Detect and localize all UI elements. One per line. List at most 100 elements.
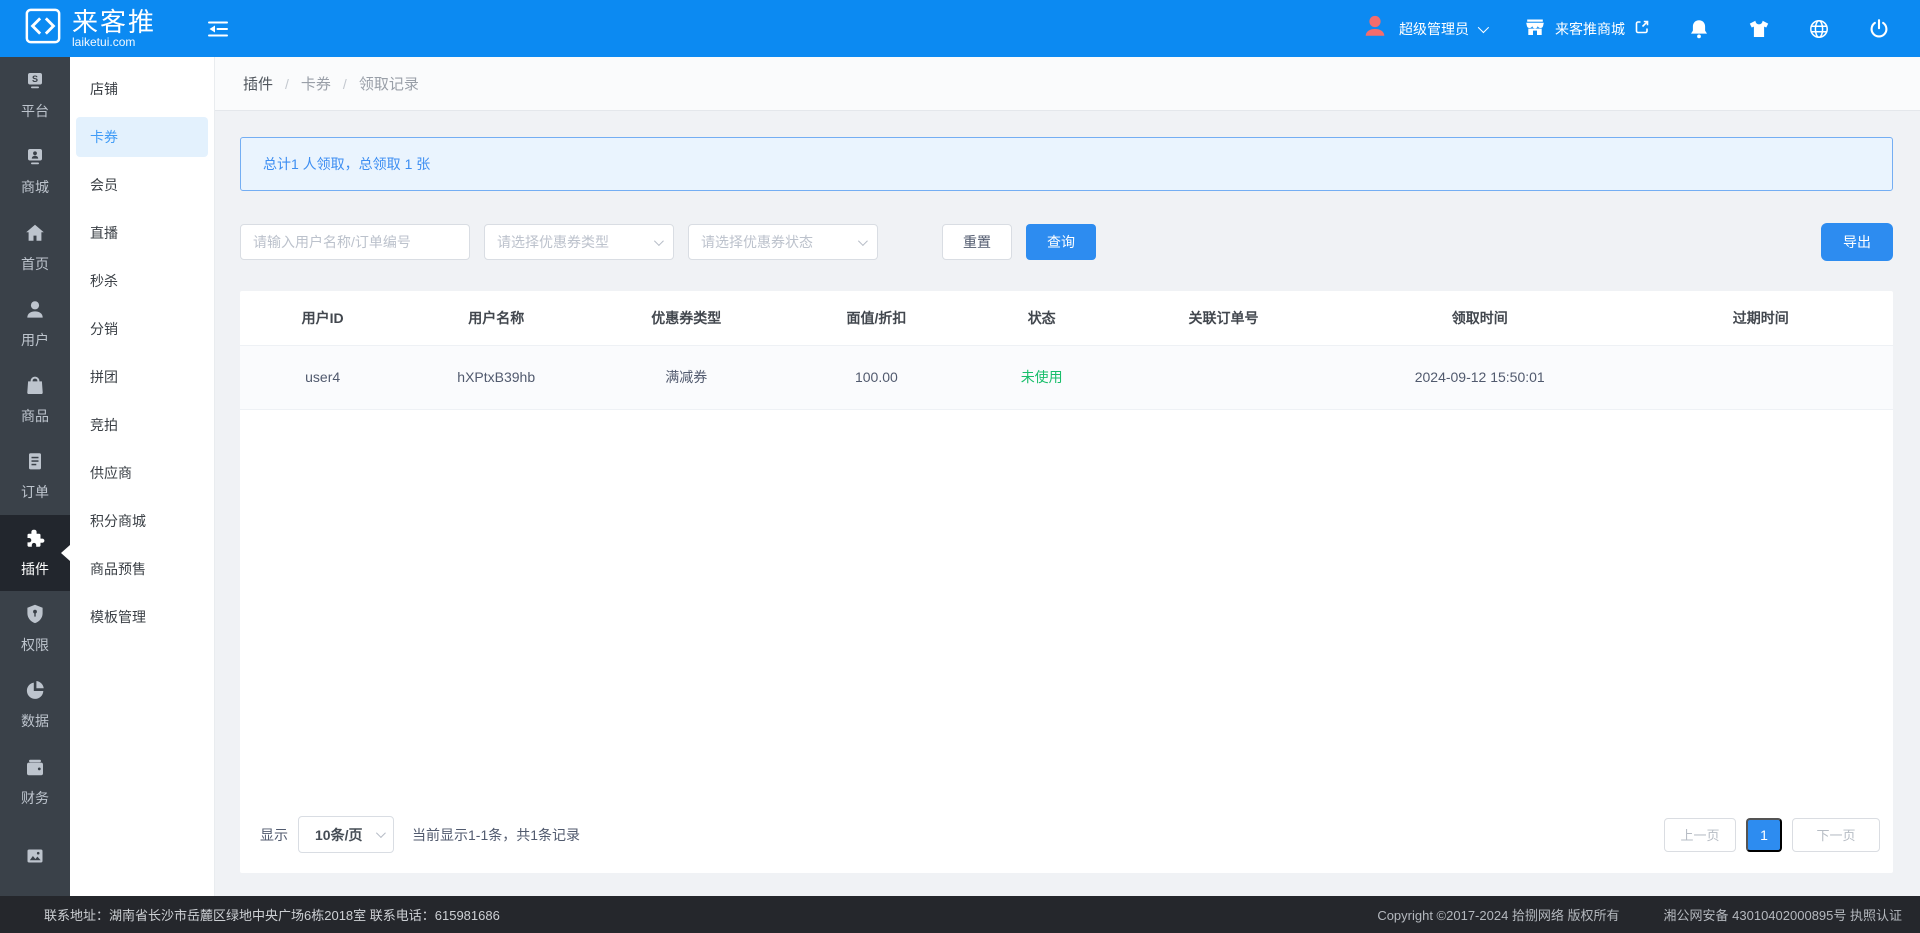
current-page-button[interactable]: 1: [1746, 818, 1782, 852]
subnav-item-shop[interactable]: 店铺: [70, 65, 214, 113]
subnav-item-auction[interactable]: 竞拍: [70, 401, 214, 449]
reset-button[interactable]: 重置: [942, 224, 1012, 260]
sidebar-item-label: 平台: [21, 101, 49, 121]
top-header: 来客推 laiketui.com 超级管理员: [0, 0, 1920, 57]
coupon-type-select-value: 请选择优惠券类型: [497, 232, 609, 252]
sidebar-item-label: 首页: [21, 254, 49, 274]
subnav-item-supplier[interactable]: 供应商: [70, 449, 214, 497]
summary-banner: 总计1 人领取，总领取 1 张: [240, 137, 1893, 191]
user-icon: [24, 298, 46, 323]
image-icon: [24, 845, 46, 870]
logout-power-icon[interactable]: [1868, 18, 1890, 40]
subnav-item-template[interactable]: 模板管理: [70, 593, 214, 641]
clipboard-icon: [24, 450, 46, 475]
next-page-button[interactable]: 下一页: [1792, 818, 1880, 852]
external-link-icon: [1634, 19, 1650, 38]
page-size-select[interactable]: 10条/页: [298, 816, 394, 853]
subnav-item-points-mall[interactable]: 积分商城: [70, 497, 214, 545]
shopping-bag-icon: [24, 374, 46, 399]
keyword-search-input[interactable]: [240, 224, 470, 260]
breadcrumb: 插件 / 卡券 / 领取记录: [215, 57, 1920, 111]
sidebar-item-goods[interactable]: 商品: [0, 362, 70, 438]
chevron-down-icon: [1478, 21, 1489, 32]
status-badge: 未使用: [967, 345, 1116, 409]
table-row[interactable]: user4 hXPtxB39hb 满减券 100.00 未使用 2024-09-…: [240, 345, 1893, 409]
logo-title: 来客推: [72, 9, 156, 36]
secondary-sidebar: 店铺 卡券 会员 直播 秒杀 分销 拼团 竞拍 供应商 积分商城 商品预售 模板…: [70, 57, 215, 896]
user-menu[interactable]: 超级管理员: [1360, 12, 1486, 45]
notifications-bell-icon[interactable]: [1688, 18, 1710, 40]
sidebar-item-label: 用户: [21, 330, 49, 350]
user-role-label: 超级管理员: [1399, 19, 1469, 39]
store-icon: [1524, 16, 1546, 41]
sidebar-item-media[interactable]: [0, 820, 70, 896]
tshirt-icon[interactable]: [1748, 18, 1770, 40]
sidebar-item-label: 权限: [21, 635, 49, 655]
page-footer: 联系地址：湖南省长沙市岳麓区绿地中央广场6栋2018室 联系电话：6159816…: [0, 896, 1920, 933]
cell-user-name: hXPtxB39hb: [405, 345, 587, 409]
platform-icon: S: [24, 69, 46, 94]
wallet-icon: [24, 756, 46, 781]
table-header-row: 用户ID 用户名称 优惠券类型 面值/折扣 状态 关联订单号 领取时间 过期时间: [240, 291, 1893, 345]
footer-icp: 湘公网安备 43010402000895号 执照认证: [1664, 905, 1902, 924]
language-globe-icon[interactable]: [1808, 18, 1830, 40]
sidebar-item-label: 数据: [21, 711, 49, 731]
coupon-status-select[interactable]: 请选择优惠券状态: [688, 224, 878, 260]
chevron-down-icon: [654, 236, 664, 246]
avatar: [1360, 12, 1390, 45]
logo-brackets-icon: [24, 7, 62, 50]
sidebar-item-orders[interactable]: 订单: [0, 438, 70, 514]
mall-link[interactable]: 来客推商城: [1524, 16, 1650, 41]
puzzle-icon: [24, 527, 46, 552]
mall-link-label: 来客推商城: [1555, 19, 1625, 39]
sidebar-item-permissions[interactable]: 权限: [0, 591, 70, 667]
subnav-item-distribution[interactable]: 分销: [70, 305, 214, 353]
collapse-sidebar-icon[interactable]: [206, 17, 230, 41]
sidebar-item-users[interactable]: 用户: [0, 286, 70, 362]
search-button[interactable]: 查询: [1026, 224, 1096, 260]
col-coupon-type: 优惠券类型: [587, 291, 785, 345]
sidebar-item-platform[interactable]: S 平台: [0, 57, 70, 133]
logo-subtitle: laiketui.com: [72, 36, 156, 49]
subnav-item-presale[interactable]: 商品预售: [70, 545, 214, 593]
subnav-item-live[interactable]: 直播: [70, 209, 214, 257]
breadcrumb-item-records: 领取记录: [359, 73, 419, 94]
cell-order-no: [1116, 345, 1331, 409]
sidebar-item-label: 财务: [21, 788, 49, 808]
breadcrumb-item-coupon[interactable]: 卡券: [301, 73, 331, 94]
export-button[interactable]: 导出: [1821, 223, 1893, 261]
sidebar-item-mall[interactable]: 商城: [0, 133, 70, 209]
primary-sidebar: S 平台 商城 首页: [0, 57, 70, 896]
col-order-no: 关联订单号: [1116, 291, 1331, 345]
summary-banner-text: 总计1 人领取，总领取 1 张: [263, 154, 430, 174]
breadcrumb-separator: /: [285, 76, 289, 92]
sidebar-item-data[interactable]: 数据: [0, 667, 70, 743]
home-icon: [24, 222, 46, 247]
records-table: 用户ID 用户名称 优惠券类型 面值/折扣 状态 关联订单号 领取时间 过期时间…: [240, 291, 1893, 410]
sidebar-item-label: 订单: [21, 482, 49, 502]
breadcrumb-item-plugins[interactable]: 插件: [243, 73, 273, 94]
chevron-down-icon: [376, 828, 386, 838]
subnav-item-coupon[interactable]: 卡券: [76, 117, 208, 157]
col-status: 状态: [967, 291, 1116, 345]
footer-copyright: Copyright ©2017-2024 拾捌网络 版权所有: [1377, 905, 1619, 924]
coupon-status-select-value: 请选择优惠券状态: [701, 232, 813, 252]
col-receive-time: 领取时间: [1331, 291, 1629, 345]
sidebar-item-plugins[interactable]: 插件: [0, 515, 70, 591]
subnav-item-flashsale[interactable]: 秒杀: [70, 257, 214, 305]
prev-page-button[interactable]: 上一页: [1664, 818, 1736, 852]
sidebar-item-label: 商品: [21, 406, 49, 426]
cell-coupon-type: 满减券: [587, 345, 785, 409]
sidebar-item-finance[interactable]: 财务: [0, 743, 70, 819]
col-user-id: 用户ID: [240, 291, 405, 345]
subnav-item-member[interactable]: 会员: [70, 161, 214, 209]
coupon-type-select[interactable]: 请选择优惠券类型: [484, 224, 674, 260]
pagination: 显示 10条/页 当前显示1-1条，共1条记录 上一页 1 下一页: [260, 816, 1880, 853]
main-content: 插件 / 卡券 / 领取记录 总计1 人领取，总领取 1 张 请选择优惠券类型 …: [215, 57, 1920, 896]
cell-user-id: user4: [240, 345, 405, 409]
records-table-card: 用户ID 用户名称 优惠券类型 面值/折扣 状态 关联订单号 领取时间 过期时间…: [240, 291, 1893, 873]
subnav-item-groupbuy[interactable]: 拼团: [70, 353, 214, 401]
app-logo[interactable]: 来客推 laiketui.com: [0, 7, 200, 50]
sidebar-item-home[interactable]: 首页: [0, 210, 70, 286]
shield-key-icon: [24, 603, 46, 628]
